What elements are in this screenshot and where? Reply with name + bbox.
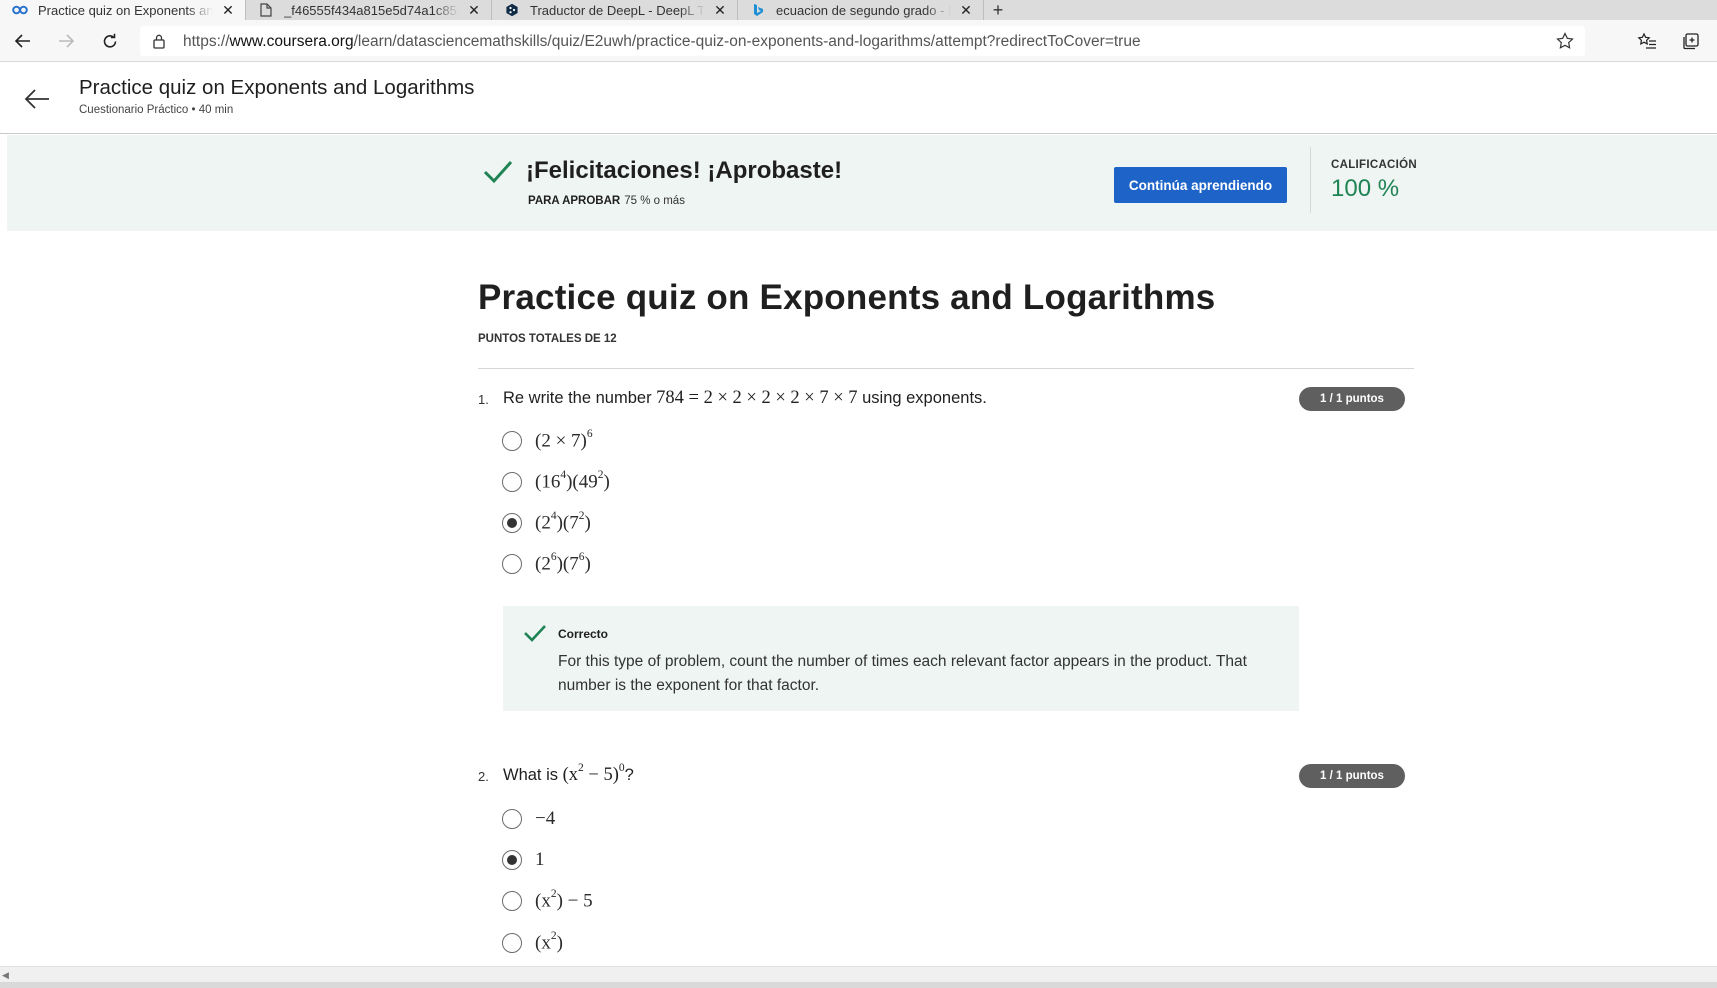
radio-button[interactable] [502, 809, 522, 829]
reload-button[interactable] [99, 30, 121, 52]
grade-label: CALIFICACIÓN [1331, 159, 1418, 171]
close-icon[interactable]: ✕ [959, 2, 973, 19]
radio-button[interactable] [502, 850, 522, 870]
back-button[interactable] [12, 30, 34, 52]
option-label: 1 [535, 849, 545, 870]
checkmark-icon [482, 158, 514, 191]
arrow-right-icon [59, 34, 75, 48]
option-label: −4 [535, 808, 556, 829]
url-field[interactable]: https://www.coursera.org/learn/datascien… [140, 26, 1585, 56]
url-prefix: https:// [183, 33, 230, 50]
continue-learning-button[interactable]: Continúa aprendiendo [1114, 167, 1287, 203]
pass-label: PARA APROBAR [528, 195, 621, 207]
question-number: 1. [478, 392, 489, 407]
answer-option[interactable]: (x2) [502, 930, 563, 956]
new-tab-button[interactable]: + [984, 0, 1012, 20]
close-icon[interactable]: ✕ [221, 2, 235, 19]
forward-button[interactable] [55, 30, 77, 52]
radio-button[interactable] [502, 472, 522, 492]
bottom-strip [0, 982, 1717, 988]
header-subtitle: Cuestionario Práctico • 40 min [79, 104, 234, 116]
feedback-text: For this type of problem, count the numb… [558, 653, 1247, 694]
question-text: Re write the number 784 = 2 × 2 × 2 × 2 … [503, 388, 987, 409]
radio-button[interactable] [502, 933, 522, 953]
browser-address-bar: https://www.coursera.org/learn/datascien… [0, 20, 1717, 62]
divider [1310, 147, 1311, 213]
tab-title: _f46555f434a815e5d74a1c855b2 [284, 2, 459, 18]
answer-option[interactable]: (x2) − 5 [502, 888, 593, 914]
score-badge: 1 / 1 puntos [1299, 387, 1405, 411]
back-arrow-button[interactable] [22, 84, 52, 114]
quiz-title: Practice quiz on Exponents and Logarithm… [478, 278, 1216, 317]
question-math: 784 = 2 × 2 × 2 × 2 × 7 × 7 [656, 388, 858, 408]
tab-title: Traductor de DeepL - DeepL Translate [530, 2, 705, 18]
browser-tab-bar: Practice quiz on Exponents and Logarithm… [0, 0, 1717, 20]
browser-tab-file[interactable]: _f46555f434a815e5d74a1c855b2 ✕ [246, 0, 492, 20]
answer-option[interactable]: (24)(72) [502, 510, 591, 536]
divider [478, 368, 1414, 369]
option-label: (x2) [535, 929, 563, 954]
pass-value: 75 % o más [624, 195, 685, 207]
answer-option[interactable]: (26)(76) [502, 551, 591, 577]
radio-button[interactable] [502, 513, 522, 533]
answer-option[interactable]: 1 [502, 847, 545, 873]
answer-option[interactable]: (164)(492) [502, 469, 610, 495]
question-math: (x2 − 5)0 [562, 762, 625, 786]
radio-button[interactable] [502, 431, 522, 451]
success-banner: ¡Felicitaciones! ¡Aprobaste! PARA APROBA… [7, 135, 1717, 231]
arrow-left-icon [24, 89, 49, 109]
tab-title: Practice quiz on Exponents and Logarithm… [38, 2, 213, 18]
close-icon[interactable]: ✕ [467, 2, 481, 19]
page-icon [258, 3, 274, 17]
favorites-icon[interactable] [1636, 30, 1658, 52]
grade-value: 100 % [1331, 175, 1400, 202]
score-badge: 1 / 1 puntos [1299, 764, 1405, 788]
banner-title: ¡Felicitaciones! ¡Aprobaste! [526, 157, 843, 184]
feedback-label: Correcto [558, 627, 609, 641]
question-number: 2. [478, 769, 489, 784]
option-label: (26)(76) [535, 550, 591, 575]
option-label: (164)(492) [535, 468, 610, 493]
question-text: What is (x2 − 5)0? [503, 762, 634, 786]
url-text: https://www.coursera.org/learn/datascien… [183, 33, 1141, 51]
page-header: Practice quiz on Exponents and Logarithm… [0, 62, 1717, 134]
arrow-left-icon [14, 34, 30, 48]
radio-button[interactable] [502, 891, 522, 911]
option-label: (24)(72) [535, 509, 591, 534]
question-text-after: ? [624, 766, 634, 785]
browser-tab-coursera[interactable]: Practice quiz on Exponents and Logarithm… [0, 0, 246, 20]
feedback-box: Correcto For this type of problem, count… [503, 606, 1299, 711]
deepl-icon [504, 3, 520, 17]
bing-icon [750, 3, 766, 17]
close-icon[interactable]: ✕ [713, 2, 727, 19]
pass-requirement: PARA APROBAR 75 % o más [528, 195, 685, 207]
quiz-total-points: PUNTOS TOTALES DE 12 [478, 333, 617, 345]
tab-title: ecuacion de segundo grado - Bing [776, 2, 951, 18]
answer-option[interactable]: (2 × 7)6 [502, 428, 593, 454]
url-path: /learn/datasciencemathskills/quiz/E2uwh/… [353, 33, 1141, 50]
lock-icon [152, 33, 166, 54]
option-label: (2 × 7)6 [535, 427, 593, 452]
header-title: Practice quiz on Exponents and Logarithm… [79, 76, 475, 99]
browser-tab-deepl[interactable]: Traductor de DeepL - DeepL Translate ✕ [492, 0, 738, 20]
horizontal-scrollbar[interactable]: ◀ [0, 966, 1717, 982]
scroll-left-icon[interactable]: ◀ [2, 970, 9, 981]
coursera-icon [12, 3, 28, 17]
question-text-before: Re write the number [503, 389, 657, 407]
url-host: www.coursera.org [229, 33, 354, 50]
option-label: (x2) − 5 [535, 887, 593, 912]
collections-icon[interactable] [1680, 30, 1702, 52]
question-text-after: using exponents. [857, 389, 987, 407]
question-text-before: What is [503, 766, 563, 785]
browser-tab-bing[interactable]: ecuacion de segundo grado - Bing ✕ [738, 0, 984, 20]
checkmark-icon [523, 623, 547, 648]
radio-button[interactable] [502, 554, 522, 574]
star-icon[interactable] [1555, 31, 1575, 56]
refresh-icon [103, 33, 117, 48]
answer-option[interactable]: −4 [502, 806, 555, 832]
